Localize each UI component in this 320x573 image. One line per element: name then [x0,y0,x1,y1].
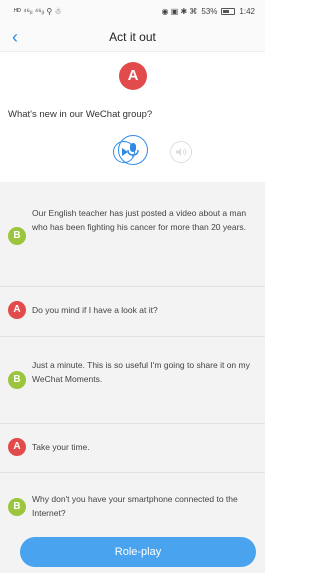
dialog-text: Just a minute. This is so useful I'm goi… [32,360,250,384]
clock: 1:42 [239,6,255,16]
dialog-text: Why don't you have your smartphone conne… [32,494,238,518]
back-icon[interactable]: ‹ [12,26,32,48]
playback-recording-button[interactable] [170,141,192,163]
dialog-line: B Our English teacher has just posted a … [0,200,265,272]
dialog-line: B Why don't you have your smartphone con… [0,484,265,528]
signal-indicators: ᴴᴰ ⁴⁶ᵢₗ ⁴⁶ᵢₗ ⚲ ☃ [14,7,62,16]
dialog-line: B Just a minute. This is so useful I'm g… [0,350,265,410]
signal-text: ᴴᴰ ⁴⁶ᵢₗ ⁴⁶ᵢₗ ⚲ ☃ [14,6,62,16]
microphone-icon [127,143,139,157]
dialog-text: Do you mind if I have a look at it? [32,305,158,315]
status-right-indicators: ◉ ▣ ✱ ⌘ 53% 1:42 [161,7,255,16]
role-play-button[interactable]: Role-play [20,537,256,567]
speaker-a-avatar: A [119,62,147,90]
page-title: Act it out [109,29,156,44]
speaker-b-badge: B [8,227,26,245]
record-button[interactable] [118,135,148,165]
divider [0,423,265,424]
divider [0,336,265,337]
battery-icon [221,7,236,15]
divider [0,472,265,473]
speaker-a-badge: A [8,438,26,456]
dialog-line: A Take your time. [0,432,265,462]
speaker-a-badge: A [8,301,26,319]
speaker-b-badge: B [8,498,26,516]
nav-bar: ‹ Act it out [0,22,265,52]
prompt-question: What's new in our WeChat group? [8,109,153,120]
divider [0,286,265,287]
prompt-panel: A What's new in our WeChat group? [0,52,265,182]
dialog-text: Our English teacher has just posted a vi… [32,208,247,232]
status-icons: ◉ ▣ ✱ ⌘ [161,6,198,16]
battery-percent: 53% [201,6,218,16]
status-bar: ᴴᴰ ⁴⁶ᵢₗ ⁴⁶ᵢₗ ⚲ ☃ ◉ ▣ ✱ ⌘ 53% 1:42 [0,0,265,22]
speaker-b-badge: B [8,371,26,389]
dialog-text: Take your time. [32,442,90,452]
dialog-line: A Do you mind if I have a look at it? [0,295,265,325]
audio-controls [0,135,265,177]
speaker-icon [176,148,187,156]
